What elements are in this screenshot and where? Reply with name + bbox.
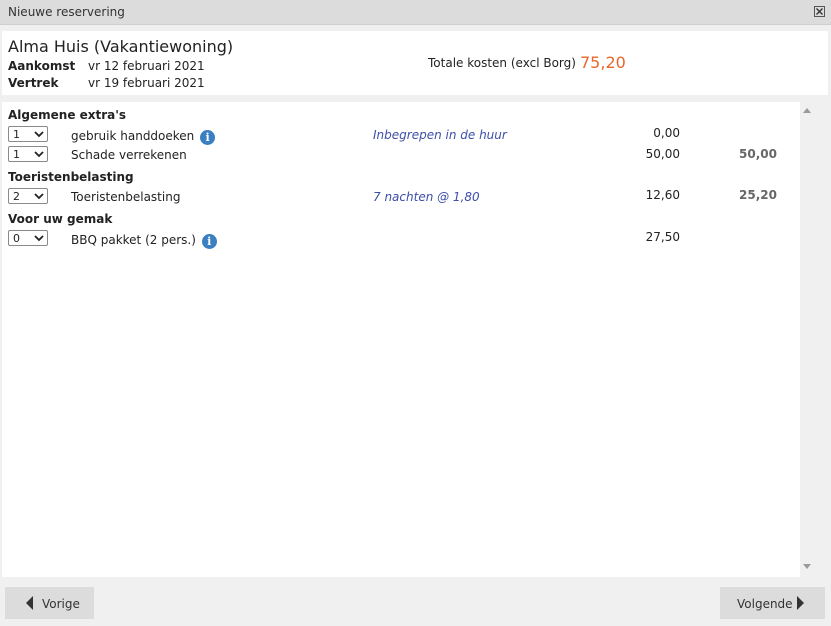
item-note: 7 nachten @ 1,80 — [373, 190, 480, 204]
item-label-row: gebruik handdoeken i — [71, 129, 216, 145]
quantity-select[interactable]: 0 — [8, 230, 48, 246]
total-cost-label: Totale kosten (excl Borg) — [428, 56, 576, 70]
reservation-header: Alma Huis (Vakantiewoning) Aankomst vr 1… — [2, 31, 828, 95]
item-price: 0,00 — [653, 126, 680, 140]
section-title: Algemene extra's — [8, 108, 127, 122]
triangle-left-icon — [26, 596, 33, 610]
chevron-down-icon — [34, 193, 44, 200]
next-button-label: Volgende — [737, 597, 793, 611]
extras-list: Algemene extra's 1 gebruik handdoeken i … — [2, 102, 800, 577]
item-note: Inbegrepen in de huur — [373, 128, 507, 142]
item-price: 50,00 — [645, 147, 680, 161]
quantity-value: 0 — [13, 232, 20, 245]
item-label: gebruik handdoeken — [71, 129, 195, 143]
property-name: Alma Huis (Vakantiewoning) — [8, 37, 234, 56]
previous-button-label: Vorige — [42, 597, 80, 611]
quantity-value: 1 — [13, 148, 20, 161]
triangle-right-icon — [797, 596, 804, 610]
scroll-up-icon[interactable] — [803, 108, 811, 113]
vertical-scrollbar[interactable] — [800, 102, 816, 577]
section-title: Voor uw gemak — [8, 212, 113, 226]
item-price: 27,50 — [645, 230, 680, 244]
info-icon[interactable]: i — [200, 130, 216, 145]
arrival-label: Aankomst — [8, 59, 76, 73]
info-icon[interactable]: i — [201, 234, 217, 249]
title-bar: Nieuwe reservering — [0, 0, 831, 25]
section-title: Toeristenbelasting — [8, 170, 134, 184]
previous-button[interactable]: Vorige — [5, 587, 94, 619]
item-label: BBQ pakket (2 pers.) — [71, 233, 196, 247]
departure-label: Vertrek — [8, 76, 59, 90]
window-title: Nieuwe reservering — [8, 5, 125, 19]
chevron-down-icon — [34, 151, 44, 158]
item-label-row: BBQ pakket (2 pers.) i — [71, 233, 217, 249]
item-price: 12,60 — [645, 188, 680, 202]
quantity-value: 1 — [13, 128, 20, 141]
chevron-down-icon — [34, 131, 44, 138]
chevron-down-icon — [34, 235, 44, 242]
arrival-date: vr 12 februari 2021 — [88, 59, 205, 73]
item-label: Toeristenbelasting — [71, 190, 181, 204]
item-subtotal: 50,00 — [739, 147, 777, 161]
quantity-select[interactable]: 1 — [8, 146, 48, 162]
close-icon[interactable] — [814, 6, 825, 17]
item-label: Schade verrekenen — [71, 148, 187, 162]
quantity-value: 2 — [13, 190, 20, 203]
scroll-down-icon[interactable] — [803, 564, 811, 569]
quantity-select[interactable]: 1 — [8, 126, 48, 142]
next-button[interactable]: Volgende — [720, 587, 825, 619]
departure-date: vr 19 februari 2021 — [88, 76, 205, 90]
quantity-select[interactable]: 2 — [8, 188, 48, 204]
item-subtotal: 25,20 — [739, 188, 777, 202]
total-cost-value: 75,20 — [580, 53, 626, 72]
